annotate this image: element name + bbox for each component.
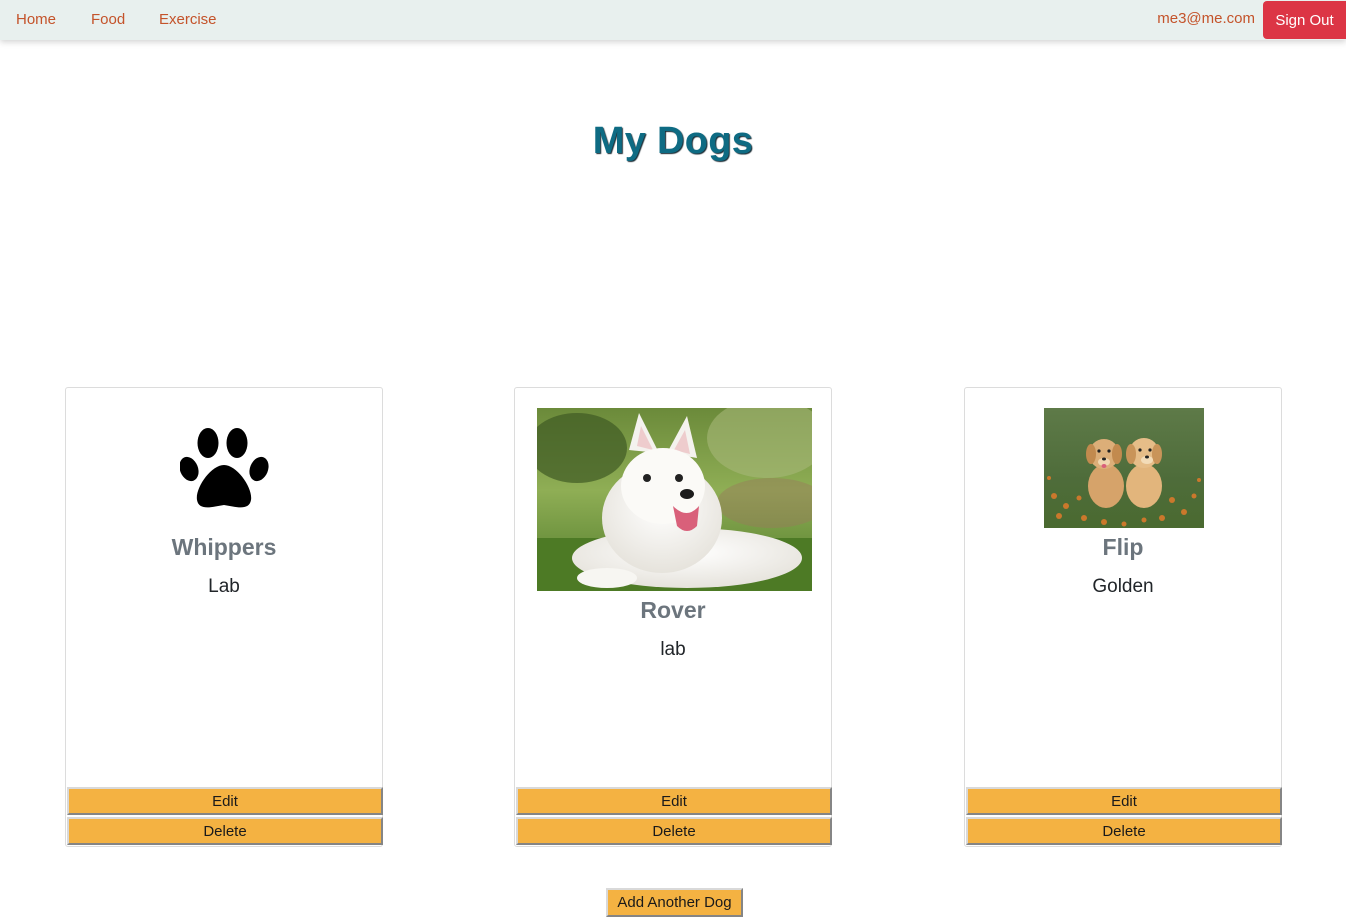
add-another-dog-button[interactable]: Add Another Dog xyxy=(606,888,743,917)
edit-button[interactable]: Edit xyxy=(516,787,832,815)
golden-puppies-photo xyxy=(1044,408,1204,528)
dog-breed: Lab xyxy=(208,576,240,597)
dog-breed: Golden xyxy=(1092,576,1154,597)
nav-exercise-link[interactable]: Exercise xyxy=(159,11,217,28)
edit-button[interactable]: Edit xyxy=(966,787,1282,815)
nav-home-link[interactable]: Home xyxy=(16,11,56,28)
delete-button[interactable]: Delete xyxy=(966,817,1282,845)
user-email: me3@me.com xyxy=(1157,10,1255,27)
dog-card: Flip Golden Edit Delete xyxy=(964,387,1282,847)
delete-button[interactable]: Delete xyxy=(516,817,832,845)
delete-button[interactable]: Delete xyxy=(67,817,383,845)
dog-name: Flip xyxy=(1102,534,1144,560)
dog-card: Rover lab Edit Delete xyxy=(514,387,832,847)
top-navbar: Home Food Exercise me3@me.com Sign Out xyxy=(0,0,1346,40)
dog-name: Rover xyxy=(640,597,706,623)
dog-card: Whippers Lab Edit Delete xyxy=(65,387,383,847)
dog-name: Whippers xyxy=(171,534,277,560)
edit-button[interactable]: Edit xyxy=(67,787,383,815)
white-dog-photo xyxy=(537,408,812,591)
nav-food-link[interactable]: Food xyxy=(91,11,125,28)
paw-icon xyxy=(180,428,269,508)
dog-breed: lab xyxy=(660,639,686,660)
page-title: My Dogs xyxy=(592,120,754,162)
sign-out-button[interactable]: Sign Out xyxy=(1263,1,1346,39)
